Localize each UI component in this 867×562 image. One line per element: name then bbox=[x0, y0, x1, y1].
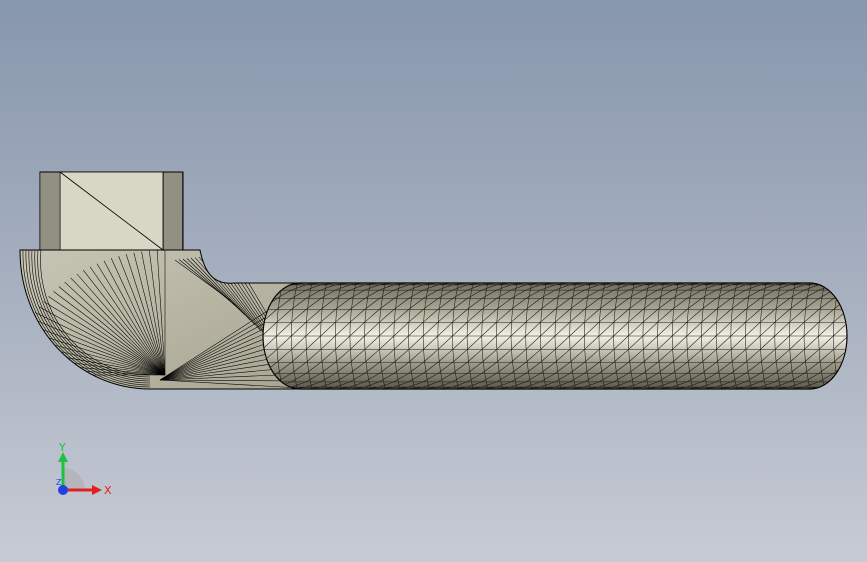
x-axis-label: X bbox=[104, 484, 112, 497]
elbow-section[interactable] bbox=[15, 249, 301, 390]
coordinate-triad: Y X Z bbox=[56, 441, 112, 497]
graphics-viewport[interactable]: Y X Z bbox=[0, 0, 867, 562]
tube-section[interactable] bbox=[262, 282, 854, 390]
3d-model-view[interactable] bbox=[0, 0, 867, 562]
x-arrow-icon bbox=[92, 485, 102, 495]
top-boss[interactable] bbox=[39, 171, 184, 251]
z-axis-label: Z bbox=[56, 478, 62, 487]
y-axis-label: Y bbox=[58, 441, 66, 454]
